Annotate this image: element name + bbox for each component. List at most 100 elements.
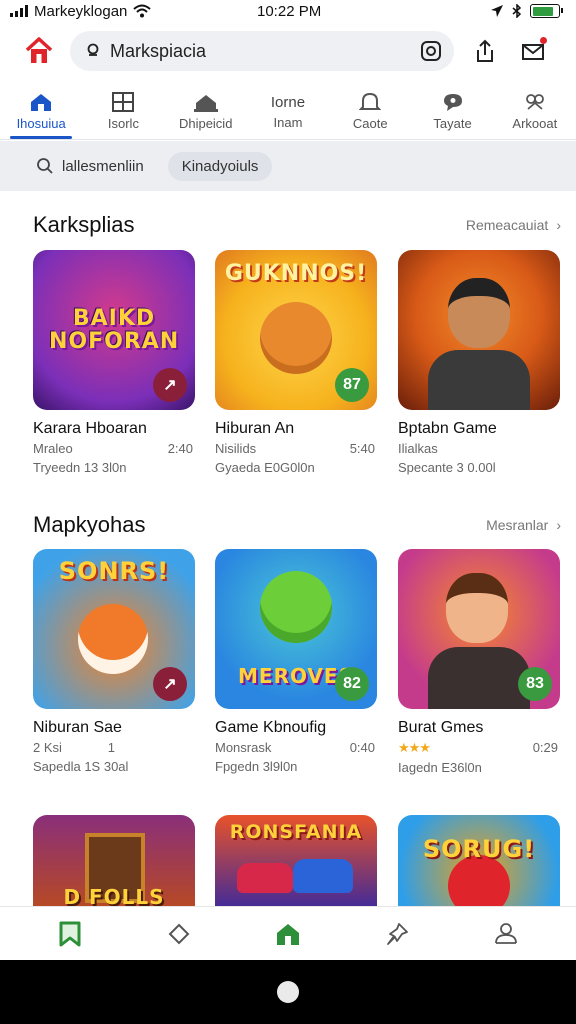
game-card[interactable]: Bptabn Game Ilialkas Specante 3 0.00l — [398, 250, 560, 475]
game-subtitle: Ilialkas — [398, 441, 438, 456]
game-art-title: BAIKD NOFORAN — [49, 305, 180, 354]
bell-icon — [359, 92, 382, 110]
home-indicator-button[interactable] — [277, 981, 299, 1003]
search-icon — [87, 43, 99, 56]
chevron-right-icon: › — [556, 517, 561, 533]
game-thumbnail: SONRS! ↗ — [33, 549, 195, 709]
character-body — [428, 350, 530, 410]
star-rating: ★★★ — [398, 740, 431, 755]
filter-search[interactable]: lallesmenliin — [36, 157, 144, 175]
nav-pin[interactable] — [342, 921, 451, 947]
score-badge: 87 — [335, 368, 369, 402]
game-title: Karara Hboaran — [33, 420, 147, 437]
text-icon: Iorne — [270, 93, 306, 111]
game-meta: Fpgedn 3l9l0n — [215, 759, 298, 774]
game-art: SORUG! — [398, 815, 560, 910]
game-thumbnail — [398, 250, 560, 410]
top-bar: Markspiacia — [0, 28, 576, 74]
game-art: D FOLLS — [33, 815, 195, 910]
game-thumbnail: SORUG! — [398, 815, 560, 910]
nav-bookmark[interactable] — [16, 920, 125, 948]
share-icon — [477, 39, 493, 62]
game-subtitle: Nisilids — [215, 441, 257, 456]
house-icon — [25, 37, 53, 63]
carrier-name: Markeyklogan — [34, 2, 128, 20]
game-thumbnail: 83 — [398, 549, 560, 709]
game-meta: Tryeedn 13 3l0n — [33, 460, 127, 475]
system-navigation-bar — [0, 960, 576, 1024]
game-card[interactable]: MEROVES 82 Game Kbnoufig Monsrask 0:40 Fp… — [215, 549, 377, 774]
see-more-link[interactable]: Mesranlar › — [486, 517, 561, 533]
profile-icon — [494, 922, 517, 944]
inbox-button[interactable] — [516, 34, 550, 68]
tab-notifications[interactable]: Caote — [329, 84, 411, 139]
nav-profile[interactable] — [451, 921, 560, 947]
game-title: Burat Gmes — [398, 719, 484, 736]
game-card[interactable]: 83 Burat Gmes ★★★ 0:29 Iagedn E36l0n — [398, 549, 560, 775]
game-thumbnail: RONSFANIA — [215, 815, 377, 910]
game-art-title: SONRS! — [58, 557, 170, 585]
grid-icon — [112, 92, 135, 112]
tab-browse[interactable]: Isorlc — [82, 84, 164, 139]
tab-text[interactable]: Iorne Inam — [247, 84, 329, 139]
game-thumbnail: D FOLLS — [33, 815, 195, 910]
chat-icon — [443, 94, 462, 111]
search-bar[interactable]: Markspiacia — [70, 31, 454, 71]
tab-label: Ihosuiua — [16, 116, 66, 131]
tab-account[interactable]: Arkooat — [494, 84, 576, 139]
pin-icon — [386, 922, 408, 945]
diamond-icon — [168, 923, 190, 944]
see-more-link[interactable]: Remeacauiat › — [466, 217, 561, 233]
status-time: 10:22 PM — [257, 2, 322, 20]
arrow-badge: ↗ — [153, 667, 187, 701]
game-title: Bptabn Game — [398, 420, 497, 437]
search-input[interactable]: Markspiacia — [110, 41, 412, 62]
game-art-title: GUKNNOS! — [224, 261, 368, 286]
nav-home[interactable] — [234, 921, 343, 947]
game-card[interactable]: BAIKD NOFORAN ↗ Karara Hboaran Mraleo 2:4… — [33, 250, 195, 475]
fox-mascot — [78, 604, 148, 674]
tab-home[interactable]: Ihosuiua — [0, 84, 82, 139]
game-rating: 2:40 — [167, 441, 193, 456]
category-tabs: Ihosuiua Isorlc Dhipeicid Iorne Inam Cao… — [0, 84, 576, 140]
game-meta: Gyaeda E0G0l0n — [215, 460, 315, 475]
signal-icon — [10, 5, 28, 17]
bookmark-icon — [59, 921, 81, 946]
nav-explore[interactable] — [125, 923, 234, 945]
game-rating: 0:40 — [349, 740, 375, 755]
character-head — [448, 278, 510, 348]
game-art-title: RONSFANIA — [229, 821, 363, 843]
filter-bar: lallesmenliin Kinadyoiuls — [0, 141, 576, 191]
bear-mascot — [260, 302, 332, 374]
game-card[interactable]: SONRS! ↗ Niburan Sae 2 Ksi 1 Sapedla 1S 3… — [33, 549, 195, 774]
game-subtitle-row: Monsrask 0:40 — [215, 740, 377, 755]
battery-icon — [530, 4, 563, 18]
game-subtitle-row: Mraleo 2:40 — [33, 441, 195, 456]
game-card[interactable]: SORUG! — [398, 815, 560, 910]
game-subtitle: 2 Ksi — [33, 740, 62, 755]
tab-chat[interactable]: Tayate — [411, 84, 493, 139]
game-card[interactable]: GUKNNOS! 87 Hiburan An Nisilids 5:40 Gyae… — [215, 250, 377, 475]
share-button[interactable] — [468, 34, 502, 68]
game-card[interactable]: D FOLLS — [33, 815, 195, 910]
section-header: Mapkyohas Mesranlar › — [33, 512, 561, 538]
car-art — [237, 863, 293, 893]
camera-icon[interactable] — [420, 40, 442, 62]
section-title: Karksplias — [33, 212, 135, 237]
home-icon — [276, 923, 299, 945]
tab-label: Dhipeicid — [178, 116, 233, 131]
filter-chip[interactable]: Kinadyoiuls — [167, 151, 273, 181]
game-card[interactable]: RONSFANIA — [215, 815, 377, 910]
filter-search-label: lallesmenliin — [62, 157, 144, 175]
game-rating: 1 — [107, 740, 115, 755]
location-icon — [491, 5, 503, 17]
tab-label: Tayate — [433, 116, 472, 131]
tab-store[interactable]: Dhipeicid — [165, 84, 247, 139]
section-title: Mapkyohas — [33, 512, 146, 537]
game-thumbnail: BAIKD NOFORAN ↗ — [33, 250, 195, 410]
section-header: Karksplias Remeacauiat › — [33, 212, 561, 238]
puzzle-icon — [525, 94, 544, 110]
home-logo-button[interactable] — [22, 34, 56, 68]
game-meta: Sapedla 1S 30al — [33, 759, 129, 774]
car-art — [293, 859, 353, 893]
